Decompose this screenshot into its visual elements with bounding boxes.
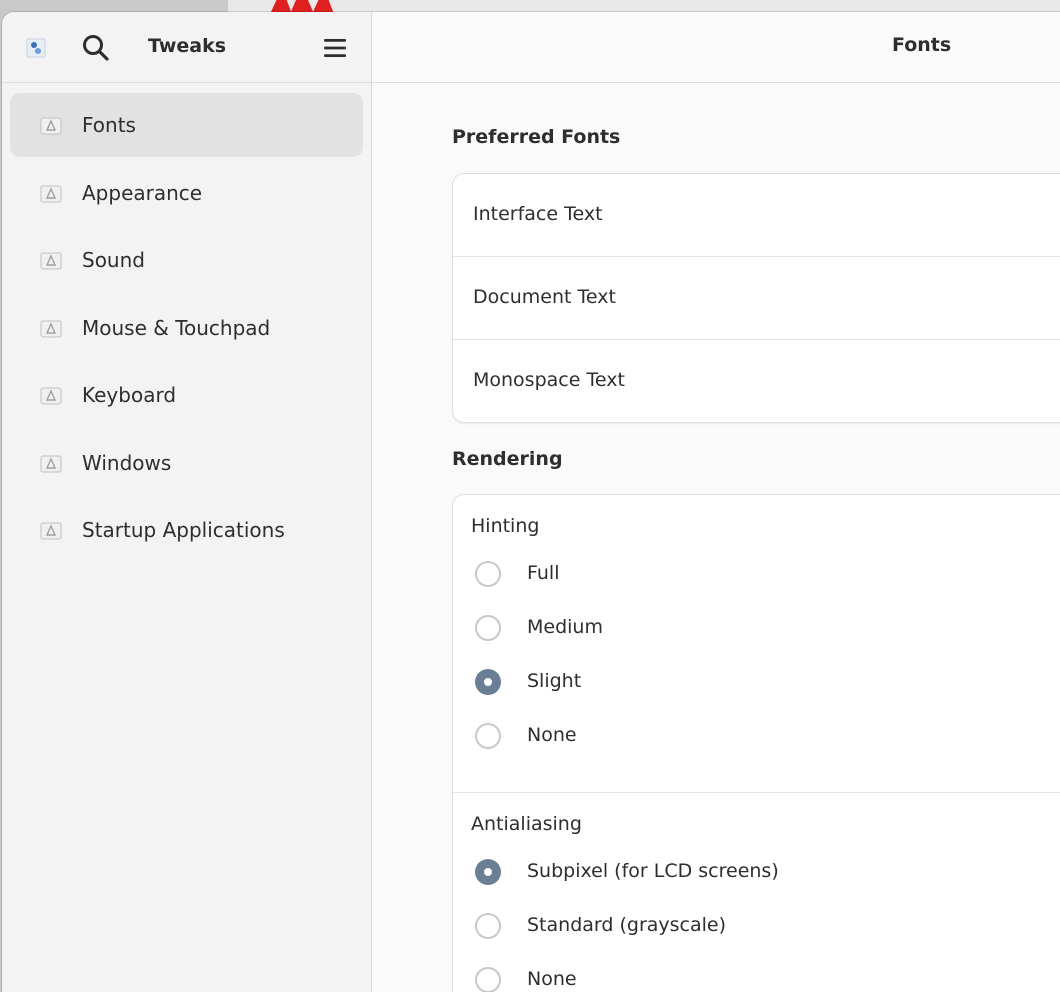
sidebar-item-fonts[interactable]: Fonts <box>10 93 363 157</box>
sidebar-item-sound[interactable]: Sound <box>10 228 363 292</box>
radio-label: Subpixel (for LCD screens) <box>527 860 779 882</box>
hinting-medium-radio[interactable]: Medium <box>475 613 975 647</box>
missing-image-icon <box>40 185 62 202</box>
monospace-text-label: Monospace Text <box>473 369 625 391</box>
hamburger-menu-icon[interactable] <box>322 35 348 61</box>
rendering-card: Hinting Full Medium Slight None Antialia… <box>452 494 1060 992</box>
radio-button-checked[interactable] <box>475 859 501 885</box>
sidebar-item-label: Keyboard <box>82 383 177 407</box>
missing-image-icon <box>40 117 62 135</box>
antialiasing-subpixel-radio[interactable]: Subpixel (for LCD screens) <box>475 857 975 891</box>
sidebar-item-mouse-touchpad[interactable]: Mouse & Touchpad <box>10 296 363 360</box>
sidebar: Tweaks Fonts Appearance Sound Mouse & To… <box>2 12 372 992</box>
search-icon[interactable] <box>80 32 112 64</box>
section-divider <box>453 792 1060 793</box>
sidebar-item-startup-applications[interactable]: Startup Applications <box>10 498 363 562</box>
radio-label: Slight <box>527 670 582 692</box>
app-title: Tweaks <box>148 35 227 57</box>
interface-text-row[interactable]: Interface Text <box>453 174 1060 257</box>
missing-image-icon <box>40 320 62 337</box>
radio-label: Standard (grayscale) <box>527 914 727 936</box>
radio-label: None <box>527 724 577 746</box>
missing-image-icon <box>40 387 62 405</box>
preferred-fonts-heading: Preferred Fonts <box>452 126 621 148</box>
sidebar-item-label: Windows <box>82 450 172 475</box>
sidebar-item-label: Appearance <box>82 180 203 205</box>
sidebar-item-keyboard[interactable]: Keyboard <box>10 363 363 427</box>
antialiasing-none-radio[interactable]: None <box>475 965 975 992</box>
radio-label: Full <box>527 562 560 584</box>
sidebar-item-label: Sound <box>82 248 145 272</box>
main-header: Fonts <box>372 12 1060 83</box>
interface-text-label: Interface Text <box>473 203 603 225</box>
rendering-heading: Rendering <box>452 448 563 470</box>
radio-label: None <box>527 968 577 990</box>
radio-button[interactable] <box>475 967 501 992</box>
sidebar-item-label: Startup Applications <box>82 518 285 542</box>
sidebar-item-windows[interactable]: Windows <box>10 431 363 495</box>
radio-button[interactable] <box>475 615 501 641</box>
sidebar-item-label: Mouse & Touchpad <box>82 315 271 340</box>
antialiasing-label: Antialiasing <box>471 813 582 835</box>
radio-button[interactable] <box>475 561 501 587</box>
sidebar-item-label: Fonts <box>82 113 136 137</box>
radio-label: Medium <box>527 616 603 638</box>
app-icon <box>26 38 46 58</box>
antialiasing-standard-radio[interactable]: Standard (grayscale) <box>475 911 975 945</box>
radio-button[interactable] <box>475 723 501 749</box>
document-text-label: Document Text <box>473 286 616 308</box>
sidebar-item-appearance[interactable]: Appearance <box>10 161 363 225</box>
radio-button[interactable] <box>475 913 501 939</box>
tweaks-window: Tweaks Fonts Appearance Sound Mouse & To… <box>2 12 1060 992</box>
radio-button-checked[interactable] <box>475 669 501 695</box>
missing-image-icon <box>40 455 62 472</box>
document-text-row[interactable]: Document Text <box>453 257 1060 340</box>
sidebar-header: Tweaks <box>2 12 371 83</box>
page-title: Fonts <box>892 34 952 56</box>
monospace-text-row[interactable]: Monospace Text <box>453 340 1060 422</box>
hinting-none-radio[interactable]: None <box>475 721 975 755</box>
missing-image-icon <box>40 252 62 270</box>
missing-image-icon <box>40 522 62 540</box>
hinting-full-radio[interactable]: Full <box>475 559 975 593</box>
sidebar-nav: Fonts Appearance Sound Mouse & Touchpad … <box>2 83 371 562</box>
main-content: Fonts Preferred Fonts Interface Text Doc… <box>372 12 1060 992</box>
hinting-label: Hinting <box>471 515 540 537</box>
preferred-fonts-card: Interface Text Document Text Monospace T… <box>452 173 1060 423</box>
hinting-slight-radio[interactable]: Slight <box>475 667 975 701</box>
